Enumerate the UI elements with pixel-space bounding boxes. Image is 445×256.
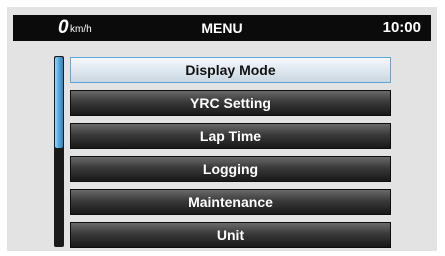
status-bar: 0 km/h MENU 10:00 — [13, 15, 431, 41]
scrollbar-thumb[interactable] — [55, 57, 63, 148]
menu-item-yrc-setting[interactable]: YRC Setting — [70, 90, 391, 116]
menu-item-logging[interactable]: Logging — [70, 156, 391, 182]
menu-item-lap-time[interactable]: Lap Time — [70, 123, 391, 149]
menu-title: MENU — [201, 20, 243, 36]
menu-item-display-mode[interactable]: Display Mode — [70, 57, 391, 83]
menu-item-unit[interactable]: Unit — [70, 222, 391, 248]
menu-item-maintenance[interactable]: Maintenance — [70, 189, 391, 215]
scrollbar[interactable] — [54, 56, 64, 247]
clock: 10:00 — [382, 19, 421, 36]
menu-list: Display Mode YRC Setting Lap Time Loggin… — [70, 57, 391, 255]
